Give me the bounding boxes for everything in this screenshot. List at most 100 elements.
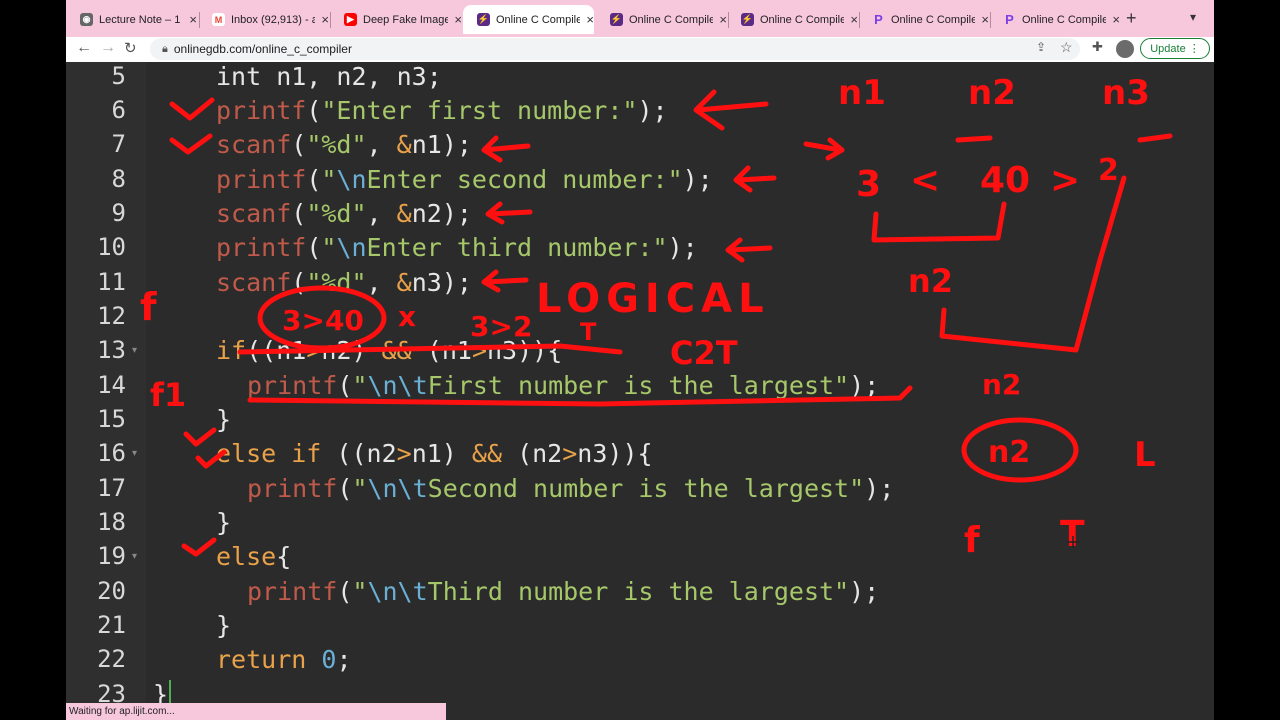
tab-online-c-compiler-active[interactable]: ⚡ Online C Compiler × [463,5,594,34]
code-token: , [366,130,397,159]
code-line-8: printf("\nEnter second number:"); [216,165,713,194]
close-icon[interactable]: × [1112,12,1120,27]
code-token: > [562,439,578,468]
close-icon[interactable]: × [586,12,594,27]
extensions-icon[interactable]: ✚ [1092,39,1103,55]
line-number: 16 [97,439,126,467]
tab-online-c-compiler-3[interactable]: ⚡ Online C Compiler × [727,5,858,34]
line-number-gutter: 5 6 7 8 9 10 11 12 13 14 15 16 17 18 19 … [66,62,146,720]
line-number: 12 [97,302,126,330]
code-token: \n [336,233,367,262]
tab-lecture-note[interactable]: ◉ Lecture Note – 1 × [66,5,197,34]
share-icon[interactable]: ⇪ [1036,40,1046,54]
tab-title: Deep Fake Image [363,13,449,26]
fold-toggle[interactable]: ▾ [132,551,137,562]
code-token: n2) [321,336,382,365]
code-token: , [366,268,397,297]
status-text: Waiting for ap.lijit.com... [69,706,175,717]
lock-icon[interactable]: 🔒︎ [162,43,168,56]
close-icon[interactable]: × [719,12,727,27]
forward-icon[interactable]: → [100,39,116,57]
avatar[interactable] [1116,40,1134,58]
code-token: \n [336,165,367,194]
code-token: ((n2 [321,439,397,468]
line-number: 15 [97,405,126,433]
code-token: \n\t [367,371,428,400]
code-token: Enter second number:" [366,165,683,194]
code-token: && [471,439,503,468]
code-line-15: } [216,405,231,434]
code-token: \n\t [367,474,428,503]
code-token: n3)){ [577,439,653,468]
fold-toggle[interactable]: ▾ [132,345,137,356]
tab-title: Online C Compiler [760,13,845,26]
close-icon[interactable]: × [189,12,197,27]
close-icon[interactable]: × [850,12,858,27]
code-token: printf [247,577,338,606]
line-number: 14 [97,371,126,399]
code-token: \n\t [367,577,428,606]
back-icon[interactable]: ← [76,39,92,57]
fold-toggle[interactable]: ▾ [132,448,137,459]
code-line-13: if((n1>n2) && (n1>n3)){ [216,336,562,365]
code-token: ((n1 [246,336,307,365]
code-token: "%d" [306,268,367,297]
globe-icon: ◉ [80,13,93,26]
browser-window: ◉ Lecture Note – 1 × M Inbox (92,913) - … [66,0,1214,720]
code-token: , [366,199,397,228]
tab-title: Online C Compiler [629,13,714,26]
new-tab-button[interactable]: + [1126,8,1137,29]
code-line-10: printf("\nEnter third number:"); [216,233,698,262]
tab-online-c-compiler-4[interactable]: P Online C Compiler × [858,5,989,34]
code-line-7: scanf("%d", &n1); [216,130,472,159]
code-token: Second number is the largest" [427,474,865,503]
code-token: if [216,336,247,365]
line-number: 5 [111,62,126,90]
code-token: First number is the largest" [427,371,850,400]
tab-online-c-compiler-2[interactable]: ⚡ Online C Compiler × [596,5,727,34]
line-number: 6 [111,96,126,124]
code-token: > [396,439,412,468]
code-editor[interactable]: 5 6 7 8 9 10 11 12 13 14 15 16 17 18 19 … [66,62,1214,720]
tab-title: Lecture Note – 1 [99,13,181,26]
code-token: " [321,233,337,262]
line-number: 7 [111,130,126,158]
close-icon[interactable]: × [981,12,989,27]
code-token: " [352,371,368,400]
code-token: ); [637,96,668,125]
tab-title: Online C Compiler [1022,13,1107,26]
code-text: int n1, n2, n3; [216,62,442,91]
code-token: ( [337,371,353,400]
code-token: "%d" [306,199,367,228]
code-token: else if [216,439,322,468]
star-icon[interactable]: ☆ [1060,39,1073,56]
code-token: Third number is the largest" [427,577,850,606]
code-token: & [396,199,412,228]
code-token: ( [306,96,322,125]
code-token: " [352,577,368,606]
code-token: & [396,130,412,159]
address-bar[interactable]: 🔒︎ onlinegdb.com/online_c_compiler [150,38,1080,60]
code-token: scanf [216,268,292,297]
code-token: (n1 [411,336,472,365]
code-token: ); [682,165,713,194]
update-button[interactable]: Update ⋮ [1140,38,1210,59]
p-icon: P [1003,12,1016,27]
code-token: ( [306,233,322,262]
tab-inbox[interactable]: M Inbox (92,913) - a × [198,5,329,34]
code-token: ); [864,474,895,503]
update-label: Update [1150,42,1186,55]
gmail-icon: M [212,13,225,26]
close-icon[interactable]: × [454,12,462,27]
tab-deep-fake[interactable]: ▶ Deep Fake Image × [330,5,462,34]
tab-online-c-compiler-5[interactable]: P Online C Compiler × [989,5,1120,34]
reload-icon[interactable]: ↻ [124,39,137,57]
code-line-22: return 0; [216,645,352,674]
code-line-6: printf("Enter first number:"); [216,96,668,125]
code-line-14: printf("\n\tFirst number is the largest"… [247,371,879,400]
chevron-down-icon[interactable]: ▾ [1190,10,1196,24]
close-icon[interactable]: × [321,12,329,27]
code-line-21: } [216,611,231,640]
code-token: n3); [411,268,472,297]
